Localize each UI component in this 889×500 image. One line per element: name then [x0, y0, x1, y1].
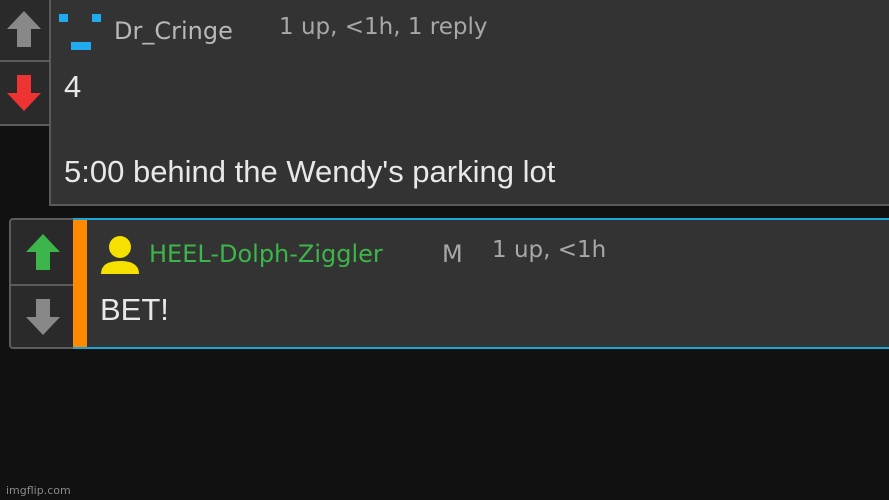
downvote-button[interactable]: [0, 62, 49, 124]
pixel-face-icon: [59, 14, 101, 50]
reply-text: BET!: [100, 292, 169, 327]
watermark: imgflip.com: [6, 484, 71, 497]
arrow-up-icon: [26, 234, 60, 270]
reply-username[interactable]: HEEL-Dolph-Ziggler: [149, 240, 383, 268]
user-silhouette-icon: [101, 236, 139, 274]
reply-vote-column: [9, 218, 77, 349]
arrow-down-icon: [26, 299, 60, 335]
mod-accent-bar: [73, 220, 87, 347]
upvote-button[interactable]: [11, 220, 75, 284]
mod-badge: M: [442, 240, 463, 268]
comment-username[interactable]: Dr_Cringe: [114, 17, 233, 45]
arrow-up-icon: [6, 11, 41, 47]
upvote-button[interactable]: [0, 0, 49, 60]
comment-vote-column: [0, 0, 51, 126]
comment-text-line1: 4: [64, 69, 82, 104]
comment-card: Dr_Cringe 1 up, <1h, 1 reply 4 5:00 behi…: [49, 0, 889, 206]
comment-text-line2: 5:00 behind the Wendy's parking lot: [64, 154, 556, 189]
reply-meta: 1 up, <1h: [492, 237, 607, 263]
reply-card: HEEL-Dolph-Ziggler M 1 up, <1h BET!: [73, 218, 889, 349]
comment-meta: 1 up, <1h, 1 reply: [279, 14, 488, 40]
arrow-down-icon: [6, 75, 41, 111]
downvote-button[interactable]: [11, 286, 75, 348]
